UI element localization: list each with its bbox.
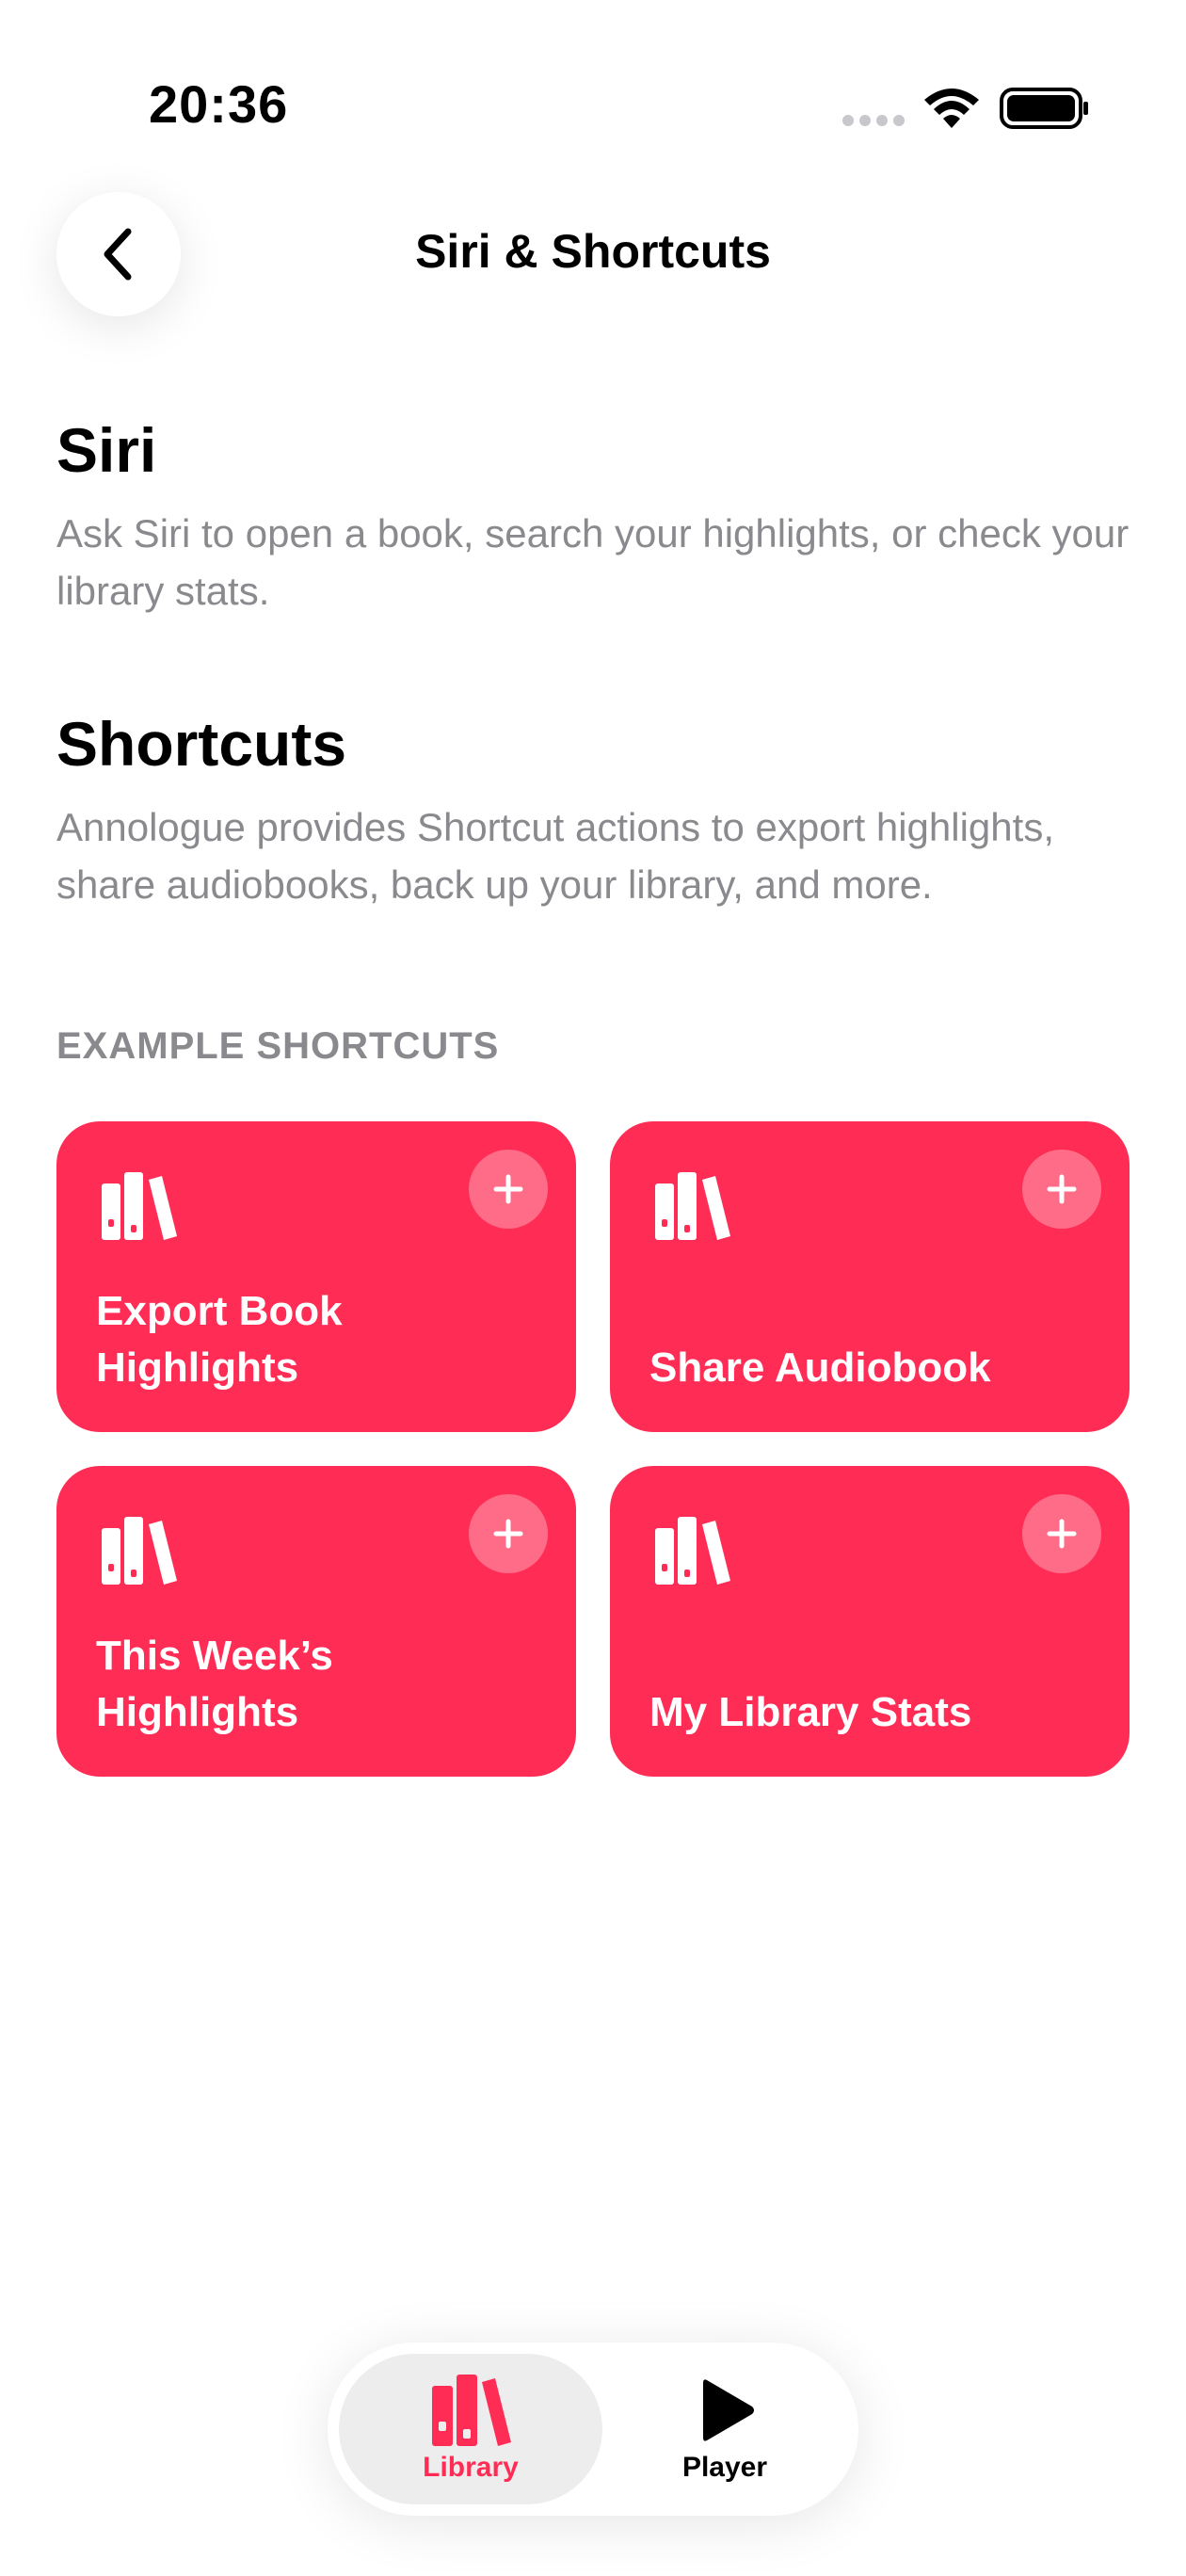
add-shortcut-button[interactable] <box>469 1150 548 1229</box>
shortcut-card-share-audiobook[interactable]: Share Audiobook <box>610 1121 1130 1432</box>
siri-description: Ask Siri to open a book, search your hig… <box>56 511 1130 613</box>
tab-library-label: Library <box>423 2452 519 2483</box>
tab-player-label: Player <box>681 2452 768 2483</box>
wifi-icon <box>924 89 979 128</box>
add-shortcut-button[interactable] <box>1022 1494 1101 1573</box>
add-shortcut-button[interactable] <box>469 1494 548 1573</box>
plus-icon <box>493 1519 523 1549</box>
books-icon <box>655 1517 730 1585</box>
books-icon <box>432 2375 511 2446</box>
cellular-signal-icon <box>842 115 906 128</box>
books-icon <box>102 1172 177 1240</box>
shortcut-card-this-weeks-highlights[interactable]: This Week’s Highlights <box>56 1466 576 1777</box>
status-bar: 20:36 <box>0 0 1186 188</box>
plus-icon <box>1047 1174 1077 1204</box>
play-icon <box>703 2379 754 2441</box>
shortcut-card-label: This Week’s Highlights <box>96 1633 333 1735</box>
tab-player[interactable]: Player <box>602 2354 847 2504</box>
shortcuts-heading: Shortcuts <box>56 709 347 779</box>
example-shortcuts-caption: EXAMPLE SHORTCUTS <box>56 1025 500 1067</box>
plus-icon <box>1047 1519 1077 1549</box>
shortcut-card-label: Export Book Highlights <box>96 1288 343 1391</box>
shortcut-card-label: Share Audiobook <box>649 1344 991 1391</box>
books-icon <box>655 1172 730 1240</box>
page-title: Siri & Shortcuts <box>415 225 771 278</box>
status-time: 20:36 <box>149 74 289 134</box>
tab-library[interactable]: Library <box>339 2354 602 2504</box>
shortcut-card-my-library-stats[interactable]: My Library Stats <box>610 1466 1130 1777</box>
books-icon <box>102 1517 177 1585</box>
tab-bar: Library Player <box>328 2343 858 2516</box>
shortcut-card-export-book-highlights[interactable]: Export Book Highlights <box>56 1121 576 1432</box>
add-shortcut-button[interactable] <box>1022 1150 1101 1229</box>
shortcuts-description: Annologue provides Shortcut actions to e… <box>56 805 1054 907</box>
siri-heading: Siri <box>56 415 157 485</box>
shortcut-card-label: My Library Stats <box>649 1689 972 1735</box>
battery-icon <box>1000 88 1088 129</box>
plus-icon <box>493 1174 523 1204</box>
